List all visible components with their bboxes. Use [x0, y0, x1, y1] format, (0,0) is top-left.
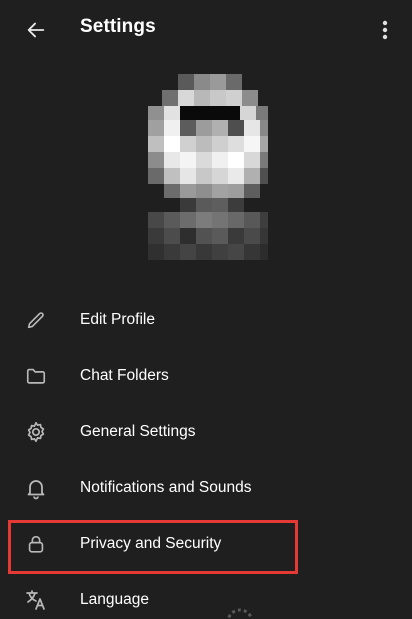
- loading-spinner-icon: [226, 608, 254, 619]
- menu-item-language[interactable]: Language: [0, 572, 412, 619]
- more-vertical-icon: [382, 20, 388, 40]
- menu-item-label: Privacy and Security: [80, 535, 222, 552]
- avatar-pixelated-image: [148, 74, 268, 260]
- settings-screen: Settings Edit Profile Chat Folders Gener…: [0, 0, 412, 619]
- header-bar: Settings: [0, 0, 412, 58]
- menu-item-notifications[interactable]: Notifications and Sounds: [0, 460, 412, 516]
- menu-item-label: General Settings: [80, 423, 196, 440]
- settings-menu: Edit Profile Chat Folders General Settin…: [0, 292, 412, 619]
- menu-item-label: Notifications and Sounds: [80, 479, 252, 496]
- more-options-button[interactable]: [370, 12, 400, 48]
- menu-item-chat-folders[interactable]: Chat Folders: [0, 348, 412, 404]
- menu-item-general-settings[interactable]: General Settings: [0, 404, 412, 460]
- menu-item-label: Language: [80, 591, 149, 608]
- gear-icon: [24, 420, 48, 444]
- translate-icon: [24, 588, 48, 612]
- lock-icon: [24, 532, 48, 556]
- folder-icon: [24, 364, 48, 388]
- menu-item-edit-profile[interactable]: Edit Profile: [0, 292, 412, 348]
- menu-item-label: Chat Folders: [80, 367, 169, 384]
- bell-icon: [24, 476, 48, 500]
- arrow-left-icon: [27, 22, 45, 38]
- menu-item-label: Edit Profile: [80, 311, 155, 328]
- pencil-icon: [24, 308, 48, 332]
- back-button[interactable]: [18, 12, 54, 48]
- page-title: Settings: [80, 16, 156, 37]
- profile-avatar[interactable]: [148, 74, 270, 260]
- menu-item-privacy-security[interactable]: Privacy and Security: [0, 516, 412, 572]
